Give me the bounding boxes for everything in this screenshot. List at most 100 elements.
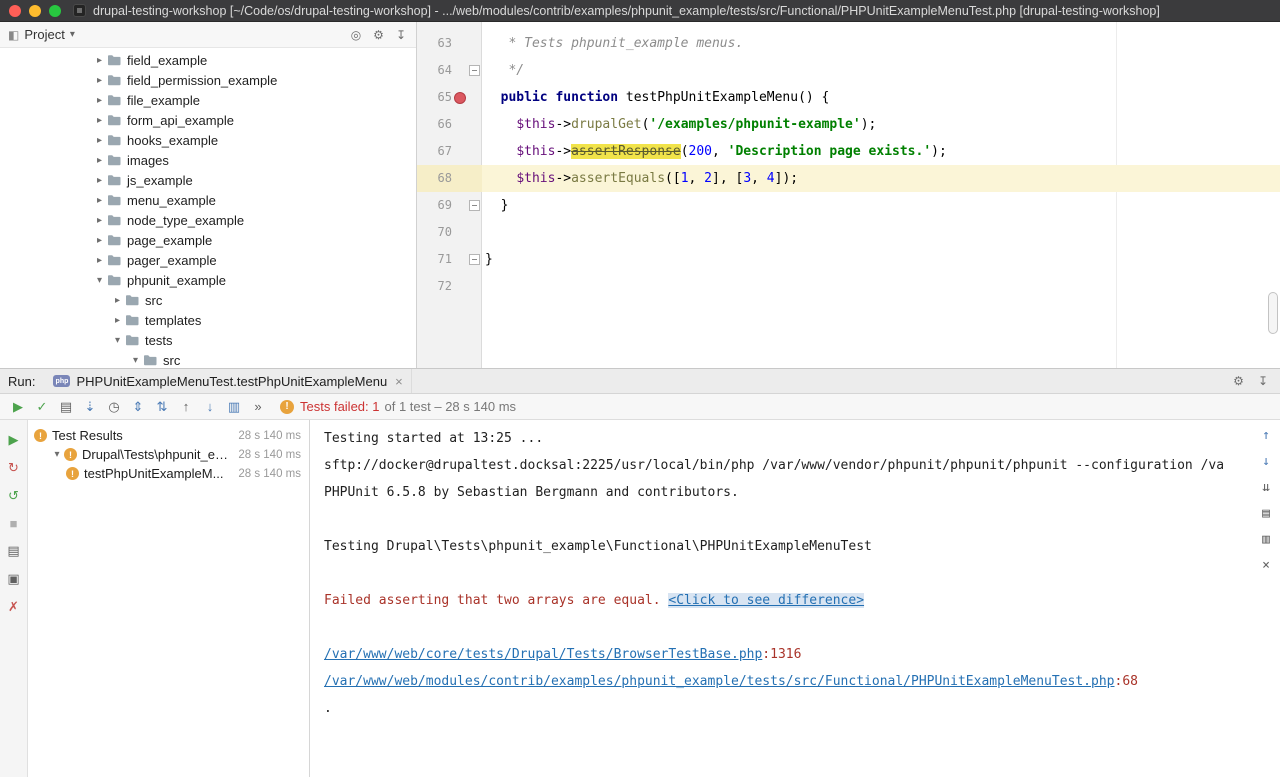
settings-gear-icon[interactable]: ⚙ [373, 28, 384, 42]
rerun-tests-icon[interactable]: ▶ [6, 399, 30, 415]
code-line[interactable]: 68 $this->assertEquals([1, 2], [3, 4]); [417, 165, 1280, 192]
test-tree-item[interactable]: ▾!Drupal\Tests\phpunit_ex...28 s 140 ms [28, 445, 309, 464]
chevron-down-icon[interactable]: ▾ [128, 355, 143, 366]
next-failed-test-icon[interactable]: ↓ [198, 399, 222, 414]
chevron-right-icon[interactable]: ▸ [92, 135, 107, 146]
project-tree-item[interactable]: ▸form_api_example [0, 110, 416, 130]
test-tree-item[interactable]: !Test Results28 s 140 ms [28, 426, 309, 445]
zoom-window-button[interactable] [49, 5, 61, 17]
console-line: Testing started at 13:25 ... [324, 425, 1246, 452]
restore-layout-icon[interactable]: ▤ [7, 543, 19, 559]
project-tree-item[interactable]: ▾phpunit_example [0, 270, 416, 290]
chevron-down-icon[interactable]: ▾ [110, 335, 125, 346]
close-tab-icon[interactable]: × [395, 374, 403, 389]
code-line[interactable]: 70 [417, 219, 1280, 246]
project-tree-item[interactable]: ▸menu_example [0, 190, 416, 210]
project-tree-item[interactable]: ▸images [0, 150, 416, 170]
show-ignored-icon[interactable]: ▤ [54, 399, 78, 415]
chevron-down-icon[interactable]: ▾ [92, 275, 107, 286]
chevron-right-icon[interactable]: ▸ [92, 115, 107, 126]
project-tree-item[interactable]: ▸src [0, 290, 416, 310]
console-link[interactable]: /var/www/web/core/tests/Drupal/Tests/Bro… [324, 647, 762, 662]
close-window-button[interactable] [9, 5, 21, 17]
project-tree-item[interactable]: ▸node_type_example [0, 210, 416, 230]
project-tree-item[interactable]: ▸hooks_example [0, 130, 416, 150]
project-tree-item[interactable]: ▸field_example [0, 50, 416, 70]
project-tree-item[interactable]: ▾tests [0, 330, 416, 350]
project-tree-item[interactable]: ▸file_example [0, 90, 416, 110]
fold-marker-icon[interactable] [467, 254, 481, 265]
chevron-right-icon[interactable]: ▸ [110, 315, 125, 326]
chevron-right-icon[interactable]: ▸ [92, 255, 107, 266]
chevron-right-icon[interactable]: ▸ [92, 175, 107, 186]
fold-marker-icon[interactable] [467, 200, 481, 211]
folder-icon [125, 294, 143, 306]
chevron-right-icon[interactable]: ▸ [92, 95, 107, 106]
code-line[interactable]: 64 */ [417, 57, 1280, 84]
code-line[interactable]: 69 } [417, 192, 1280, 219]
chevron-right-icon[interactable]: ▸ [92, 195, 107, 206]
editor[interactable]: 63 * Tests phpunit_example menus.64 */65… [417, 22, 1280, 368]
project-tree-item[interactable]: ▸field_permission_example [0, 70, 416, 90]
chevron-right-icon[interactable]: ▸ [92, 75, 107, 86]
project-tree-item[interactable]: ▾src [0, 350, 416, 368]
traffic-lights [9, 5, 61, 17]
to-bottom-icon[interactable]: ↓ [1262, 454, 1270, 469]
project-tree-item[interactable]: ▸js_example [0, 170, 416, 190]
line-number: 63 [424, 30, 452, 57]
locate-file-icon[interactable]: ◎ [351, 28, 361, 42]
code-line[interactable]: 67 $this->assertResponse(200, 'Descripti… [417, 138, 1280, 165]
ide-window: drupal-testing-workshop [~/Code/os/drupa… [0, 0, 1280, 777]
project-header-label[interactable]: Project [24, 27, 64, 42]
chevron-right-icon[interactable]: ▸ [92, 235, 107, 246]
console-link[interactable]: <Click to see difference> [668, 593, 864, 608]
soft-wrap-icon[interactable]: ▤ [1262, 506, 1270, 521]
sort-by-duration-icon[interactable]: ◷ [102, 399, 126, 415]
chevron-right-icon[interactable]: ▸ [92, 55, 107, 66]
console-actions: ↑ ↓ ⇊ ▤ ▥ × [1256, 428, 1276, 573]
minimize-window-button[interactable] [29, 5, 41, 17]
hide-run-window-icon[interactable]: ↧ [1258, 374, 1268, 388]
print-icon[interactable]: ▥ [1262, 532, 1270, 547]
pin-tab-icon[interactable]: ▣ [7, 571, 19, 587]
project-tree-item[interactable]: ▸templates [0, 310, 416, 330]
chevron-right-icon[interactable]: ▸ [92, 155, 107, 166]
import-test-results-icon[interactable]: ▥ [222, 399, 246, 415]
code-line[interactable]: 63 * Tests phpunit_example menus. [417, 30, 1280, 57]
more-icon[interactable]: » [246, 399, 270, 414]
chevron-down-icon[interactable]: ▾ [50, 449, 64, 460]
run-settings-gear-icon[interactable]: ⚙ [1233, 374, 1244, 388]
project-tree-item[interactable]: ▸pager_example [0, 250, 416, 270]
chevron-right-icon[interactable]: ▸ [110, 295, 125, 306]
chevron-down-icon[interactable]: ▾ [70, 29, 75, 40]
previous-failed-test-icon[interactable]: ↑ [174, 399, 198, 414]
editor-scrollbar[interactable] [1268, 292, 1278, 334]
test-tree-item[interactable]: !testPhpUnitExampleM...28 s 140 ms [28, 464, 309, 483]
sort-alphabetically-icon[interactable]: ⇣ [78, 399, 102, 415]
hide-passed-icon[interactable]: ✓ [30, 399, 54, 415]
test-console[interactable]: Testing started at 13:25 ...sftp://docke… [310, 420, 1280, 777]
console-link[interactable]: /var/www/web/modules/contrib/examples/ph… [324, 674, 1115, 689]
rerun-test-icon[interactable]: ▶ [9, 432, 19, 448]
chevron-right-icon[interactable]: ▸ [92, 215, 107, 226]
window-title: drupal-testing-workshop [~/Code/os/drupa… [93, 4, 1160, 18]
fold-marker-icon[interactable] [467, 65, 481, 76]
scroll-to-end-icon[interactable]: ⇊ [1262, 480, 1270, 495]
collapse-all-icon[interactable]: ⇅ [150, 399, 174, 415]
clear-all-icon[interactable]: × [1262, 558, 1270, 573]
run-tab[interactable]: php PHPUnitExampleMenuTest.testPhpUnitEx… [45, 369, 411, 393]
code-line[interactable]: 66 $this->drupalGet('/examples/phpunit-e… [417, 111, 1280, 138]
expand-all-icon[interactable]: ⇕ [126, 399, 150, 415]
project-tree-item[interactable]: ▸page_example [0, 230, 416, 250]
stop-icon[interactable]: ■ [10, 516, 18, 531]
to-top-icon[interactable]: ↑ [1262, 428, 1270, 443]
console-line: sftp://docker@drupaltest.docksal:2225/us… [324, 452, 1246, 479]
hide-panel-icon[interactable]: ↧ [396, 28, 406, 42]
code-line[interactable]: 65 public function testPhpUnitExampleMen… [417, 84, 1280, 111]
close-run-icon[interactable]: ✗ [8, 599, 19, 615]
code-line[interactable]: 71} [417, 246, 1280, 273]
toggle-auto-test-icon[interactable]: ↺ [8, 488, 19, 504]
test-failed-gutter-icon[interactable] [452, 91, 467, 105]
rerun-failed-tests-icon[interactable]: ↻ [8, 460, 19, 476]
code-line[interactable]: 72 [417, 273, 1280, 300]
